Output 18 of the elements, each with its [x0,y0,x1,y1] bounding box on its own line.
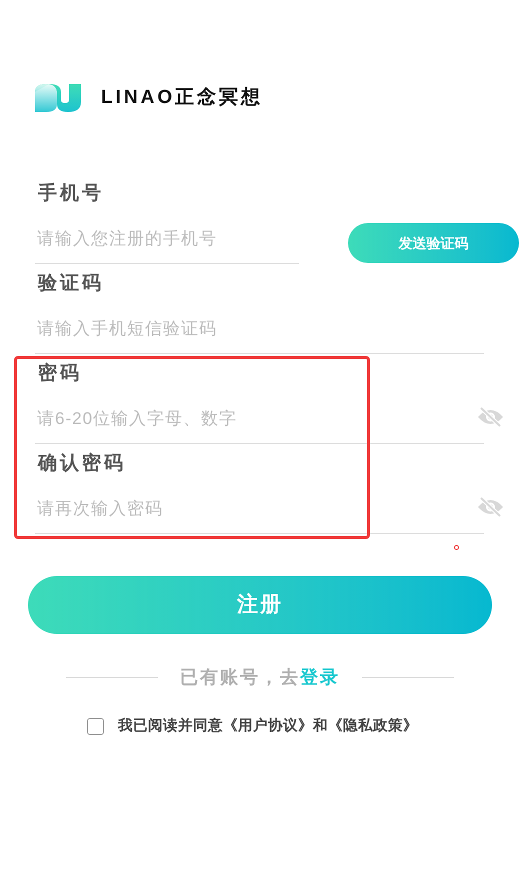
agreement-checkbox[interactable] [87,718,104,736]
field-label: 验证码 [38,272,104,296]
input-field[interactable]: 请输入手机短信验证码 [37,316,287,342]
send-code-button[interactable]: 发送验证码 [348,223,519,263]
register-button[interactable]: 注册 [28,576,492,634]
agreement-text: 我已阅读并同意《用户协议》和《隐私政策》 [118,716,418,736]
login-link[interactable]: 登录 [300,664,340,691]
login-prompt: 已有账号，去 [180,666,300,689]
eye-hidden-icon[interactable] [477,496,504,518]
input-field[interactable]: 请输入您注册的手机号 [37,226,287,252]
field-label: 手机号 [38,182,104,206]
field-label: 密码 [38,362,82,386]
logo-icon [35,82,81,114]
input-field[interactable]: 请再次输入密码 [37,496,287,522]
eye-hidden-icon[interactable] [477,406,504,428]
brand-name: LINAO正念冥想 [101,86,264,110]
field-label: 确认密码 [38,452,126,476]
input-field[interactable]: 请6-20位输入字母、数字 [37,406,287,432]
